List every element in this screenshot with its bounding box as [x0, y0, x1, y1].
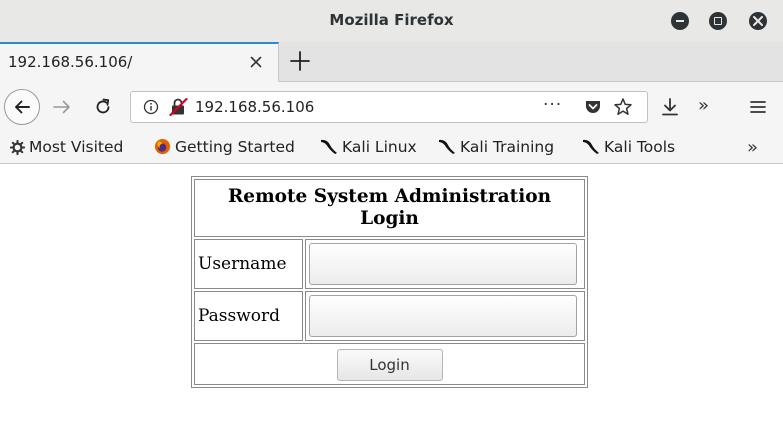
bookmark-label: Kali Tools: [604, 138, 676, 156]
username-input[interactable]: [309, 243, 577, 285]
page-actions-menu-button[interactable]: ···: [543, 95, 562, 115]
password-label: Password: [194, 291, 303, 341]
kali-dragon-icon: [439, 139, 455, 154]
maximize-button[interactable]: [709, 12, 727, 30]
tab-active[interactable]: 192.168.56.106/: [0, 42, 279, 83]
kali-dragon-icon: [583, 139, 599, 154]
login-button-cell: Login: [194, 343, 585, 385]
bookmark-most-visited[interactable]: Most Visited: [10, 138, 123, 156]
url-bar[interactable]: 192.168.56.106 ···: [130, 91, 648, 123]
toolbar-overflow-chevron-icon[interactable]: »: [698, 95, 709, 116]
page-content: Remote System Administration Login Usern…: [0, 165, 783, 423]
login-button[interactable]: Login: [336, 349, 443, 381]
close-icon: [753, 16, 763, 26]
gear-icon: [10, 140, 25, 155]
new-tab-plus-icon[interactable]: [287, 48, 313, 74]
reload-icon[interactable]: [93, 97, 113, 117]
back-button[interactable]: [4, 89, 40, 125]
bookmark-label: Most Visited: [29, 138, 124, 156]
bookmarks-toolbar: Most Visited Getting Started Kali Linux …: [0, 132, 783, 164]
kali-dragon-icon: [321, 139, 337, 154]
tab-title: 192.168.56.106/: [8, 53, 133, 71]
firefox-icon: [154, 138, 171, 155]
url-text[interactable]: 192.168.56.106: [195, 98, 314, 116]
minimize-button[interactable]: [671, 12, 689, 30]
bookmark-kali-training[interactable]: Kali Training: [438, 138, 554, 156]
password-input[interactable]: [309, 295, 577, 337]
bookmark-getting-started[interactable]: Getting Started: [154, 138, 295, 156]
pocket-icon[interactable]: [584, 98, 602, 116]
username-label: Username: [194, 239, 303, 289]
tab-strip: 192.168.56.106/: [0, 42, 783, 83]
hamburger-menu-icon[interactable]: [750, 99, 766, 115]
forward-arrow-icon[interactable]: [51, 96, 73, 118]
bookmark-star-icon[interactable]: [613, 97, 633, 117]
insecure-lock-icon[interactable]: [169, 98, 189, 116]
bookmark-label: Getting Started: [175, 138, 295, 156]
bookmark-kali-tools[interactable]: Kali Tools: [582, 138, 675, 156]
password-cell: [305, 291, 585, 341]
username-cell: [305, 239, 585, 289]
bookmark-kali-linux[interactable]: Kali Linux: [320, 138, 417, 156]
bookmarks-overflow-chevron-icon[interactable]: »: [747, 137, 758, 158]
tab-close-icon[interactable]: [248, 54, 264, 70]
navigation-toolbar: 192.168.56.106 ··· »: [0, 82, 783, 132]
login-heading: Remote System Administration Login: [194, 179, 585, 237]
close-window-button[interactable]: [749, 12, 767, 30]
login-form-table: Remote System Administration Login Usern…: [191, 176, 588, 388]
info-icon[interactable]: [143, 99, 159, 115]
window-title: Mozilla Firefox: [329, 11, 454, 29]
arrow-left-icon: [15, 100, 30, 114]
download-icon[interactable]: [660, 97, 680, 117]
bookmark-label: Kali Linux: [342, 138, 417, 156]
bookmark-label: Kali Training: [460, 138, 555, 156]
window-titlebar: Mozilla Firefox: [0, 0, 783, 42]
